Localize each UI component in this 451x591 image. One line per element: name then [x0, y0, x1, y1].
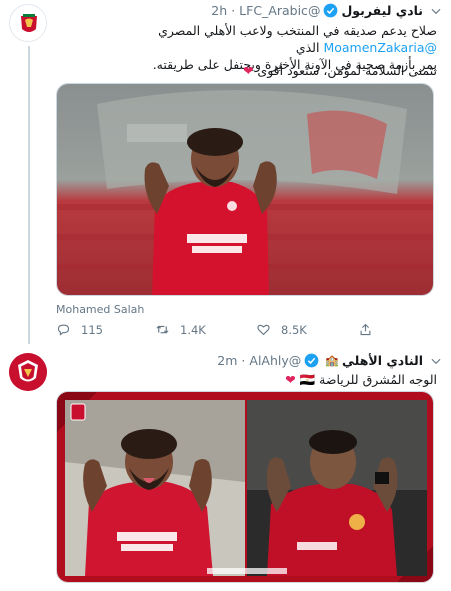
media-caption: Mohamed Salah [56, 303, 145, 316]
liverpool-crest-icon [11, 6, 46, 41]
heart-emoji: ❤ [242, 63, 254, 78]
display-name[interactable]: نادي ليفربول [341, 3, 423, 18]
reply-button[interactable]: 115 [56, 322, 103, 337]
egypt-flag-emoji: 🇪🇬 [299, 372, 316, 387]
tweet-header: النادي الأهلي 🏫 @AlAhly · 2m [217, 353, 423, 368]
verified-badge-icon [324, 3, 338, 18]
reply-icon [57, 324, 70, 336]
tweet-text-line-3: نتمنى السلامة لمؤمن، ستعود أقوى ❤ [47, 62, 437, 79]
tweet-text-line-1: صلاح يدعم صديقه في المنتخب ولاعب الأهلي … [47, 22, 437, 56]
mention-link[interactable]: @MoamenZakaria [323, 40, 437, 55]
salah-celebration-photo [57, 84, 433, 295]
like-button[interactable]: 8.5K [256, 322, 307, 337]
tweet-text: الوجه المُشرق للرياضة 🇪🇬 ❤ [47, 371, 437, 388]
timestamp[interactable]: 2h [211, 3, 227, 18]
chevron-down-icon[interactable] [429, 4, 443, 18]
timestamp[interactable]: 2m [217, 353, 237, 368]
badge-emoji: 🏫 [325, 354, 339, 367]
salah-and-zakaria-composite-photo [57, 392, 433, 582]
handle[interactable]: @LFC_Arabic [239, 3, 320, 18]
share-icon [360, 323, 371, 336]
text-segment: نتمنى السلامة لمؤمن، ستعود أقوى [257, 63, 437, 78]
display-name[interactable]: النادي الأهلي [342, 353, 423, 368]
tweet-media-photo[interactable] [56, 391, 434, 583]
like-heart-icon [257, 324, 270, 336]
text-segment: الذي [295, 40, 320, 55]
tweet-al-ahly[interactable]: النادي الأهلي 🏫 @AlAhly · 2m الوجه المُش… [0, 345, 451, 591]
retweet-icon [156, 325, 169, 334]
separator-dot: · [241, 353, 246, 368]
text-segment: صلاح يدعم صديقه في المنتخب ولاعب الأهلي … [158, 23, 437, 38]
avatar[interactable] [9, 4, 47, 42]
heart-emoji: ❤ [285, 372, 296, 387]
handle[interactable]: @AlAhly [249, 353, 301, 368]
tweet-media-photo[interactable] [56, 83, 434, 296]
verified-badge-icon [304, 353, 319, 368]
tweet-lfc-arabic[interactable]: نادي ليفربول @LFC_Arabic · 2h صلاح يدعم … [0, 0, 451, 345]
chevron-down-icon[interactable] [429, 354, 443, 368]
al-ahly-crest-icon [9, 353, 47, 391]
retweet-count: 1.4K [180, 322, 206, 337]
avatar[interactable] [9, 353, 47, 391]
separator-dot: · [231, 3, 236, 18]
text-segment: الوجه المُشرق للرياضة [319, 372, 437, 387]
reply-count: 115 [81, 322, 103, 337]
tweet-header: نادي ليفربول @LFC_Arabic · 2h [211, 3, 423, 18]
retweet-button[interactable]: 1.4K [155, 322, 206, 337]
like-count: 8.5K [281, 322, 307, 337]
share-button[interactable] [358, 322, 383, 337]
